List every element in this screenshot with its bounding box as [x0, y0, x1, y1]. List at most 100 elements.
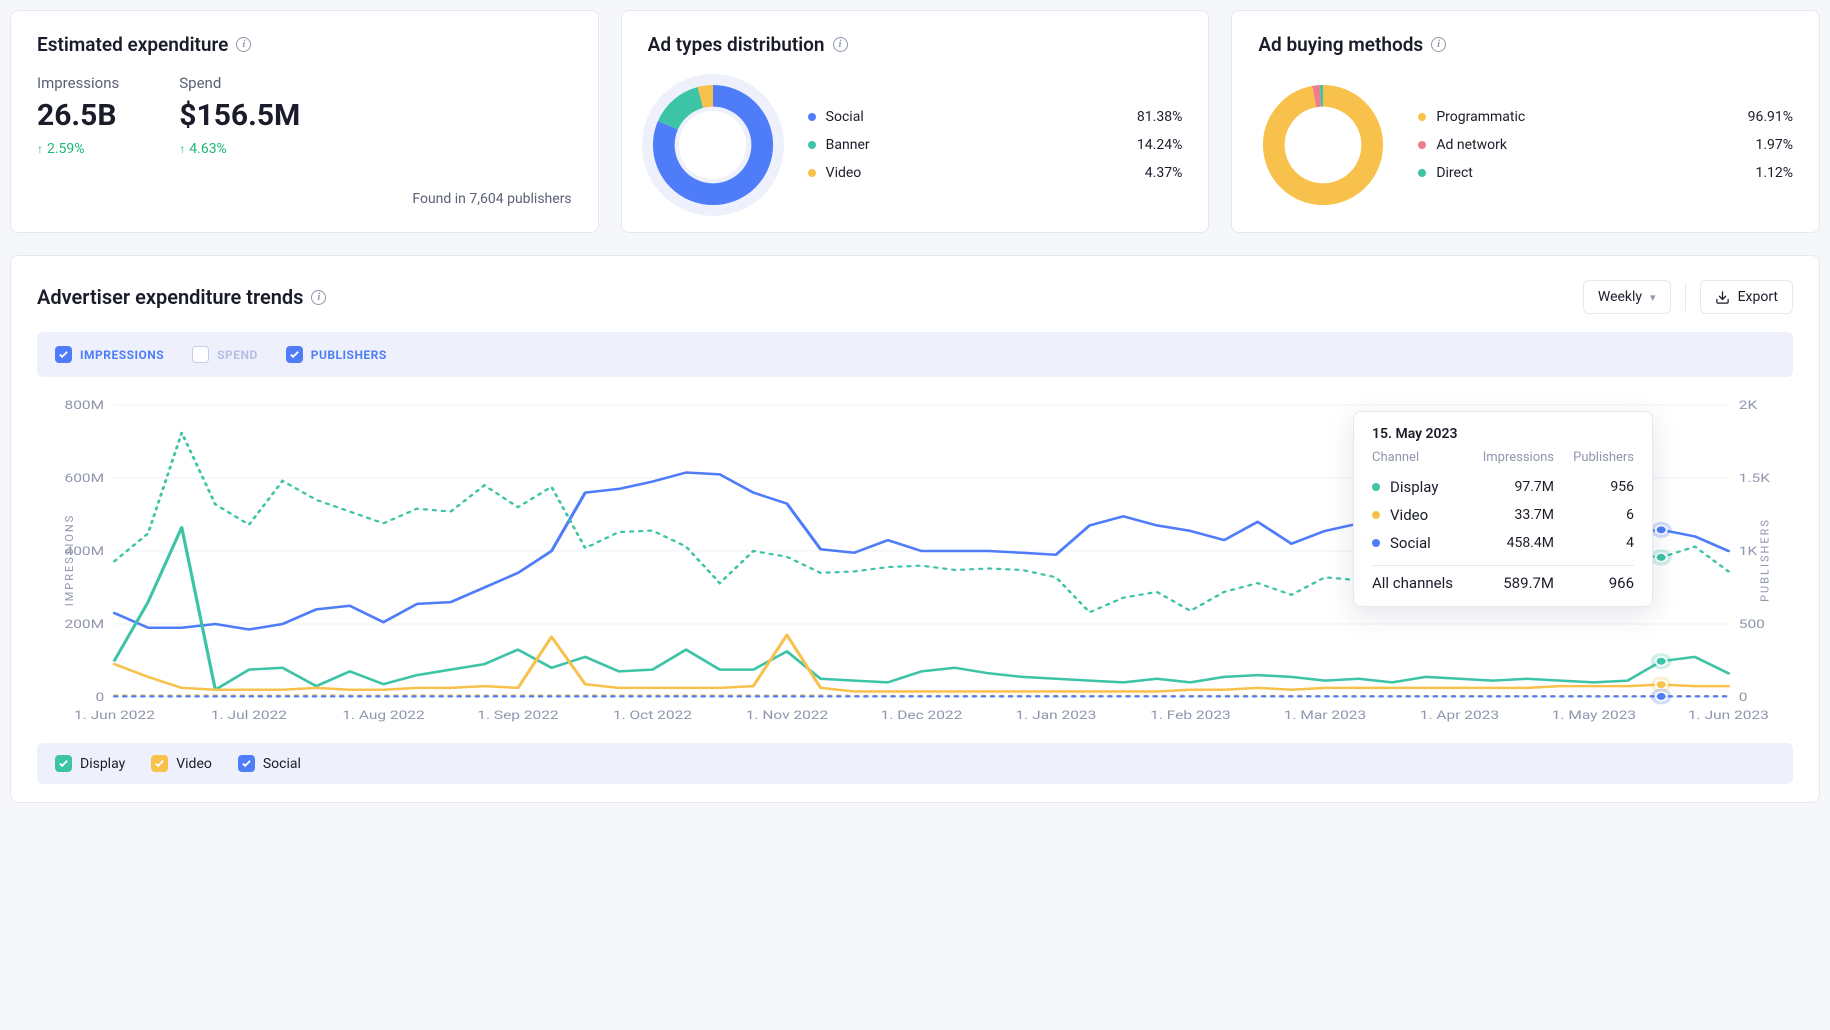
- arrow-up-icon: ↑: [37, 142, 43, 156]
- tooltip-row-display: Display 97.7M 956: [1372, 473, 1634, 501]
- tooltip-col-impressions: Impressions: [1482, 450, 1554, 465]
- tooltip-row-video: Video 33.7M 6: [1372, 501, 1634, 529]
- toggle-label: PUBLISHERS: [311, 348, 387, 362]
- donut-buying-methods: [1258, 80, 1388, 210]
- dot-icon: [808, 113, 816, 121]
- metric-impressions: Impressions 26.5B ↑ 2.59%: [37, 74, 119, 157]
- impressions-label: Impressions: [37, 74, 119, 92]
- card-buying-methods: Ad buying methods i Programmatic 96.91%: [1231, 10, 1820, 233]
- svg-text:500: 500: [1739, 618, 1765, 632]
- impressions-delta: ↑ 2.59%: [37, 141, 119, 157]
- chart-tooltip: 15. May 2023 Channel Impressions Publish…: [1353, 411, 1653, 607]
- trends-title: Advertiser expenditure trends i: [37, 285, 326, 309]
- toggle-impressions[interactable]: IMPRESSIONS: [55, 346, 164, 363]
- svg-text:1. Jul 2022: 1. Jul 2022: [211, 709, 287, 723]
- svg-text:1K: 1K: [1739, 545, 1758, 559]
- legend-row-programmatic: Programmatic 96.91%: [1418, 103, 1793, 131]
- legend-label: Direct: [1436, 165, 1546, 181]
- tooltip-value: 6: [1554, 507, 1634, 523]
- spend-value: $156.5M: [179, 98, 300, 133]
- checkbox-icon: [55, 755, 72, 772]
- legend-row-social: Social 81.38%: [808, 103, 1183, 131]
- legend-label: Display: [80, 756, 125, 772]
- svg-text:800M: 800M: [65, 399, 105, 413]
- toggle-bar: IMPRESSIONS SPEND PUBLISHERS: [37, 332, 1793, 377]
- trends-chart[interactable]: IMPRESSIONS PUBLISHERS 0200M400M600M800M…: [37, 389, 1793, 731]
- tooltip-col-publishers: Publishers: [1554, 450, 1634, 465]
- legend-label: Social: [826, 109, 936, 125]
- dot-icon: [1372, 511, 1380, 519]
- info-icon[interactable]: i: [833, 37, 848, 52]
- tooltip-label: Social: [1390, 534, 1490, 552]
- legend-label: Social: [263, 756, 301, 772]
- card-ad-types: Ad types distribution i Social 81.38%: [621, 10, 1210, 233]
- legend-label: Programmatic: [1436, 109, 1546, 125]
- toggle-publishers[interactable]: PUBLISHERS: [286, 346, 387, 363]
- metric-spend: Spend $156.5M ↑ 4.63%: [179, 74, 300, 157]
- dot-icon: [1372, 539, 1380, 547]
- svg-text:600M: 600M: [65, 472, 105, 486]
- info-icon[interactable]: i: [236, 37, 251, 52]
- period-label: Weekly: [1598, 289, 1642, 305]
- legend-buying: Programmatic 96.91% Ad network 1.97% Dir…: [1418, 103, 1793, 187]
- export-button[interactable]: Export: [1700, 280, 1793, 314]
- legend-value: 81.38%: [1137, 109, 1182, 125]
- svg-text:0: 0: [95, 691, 104, 705]
- svg-text:1. Dec 2022: 1. Dec 2022: [881, 709, 963, 723]
- dot-icon: [808, 141, 816, 149]
- checkbox-icon: [151, 755, 168, 772]
- checkbox-icon: [55, 346, 72, 363]
- checkbox-icon: [286, 346, 303, 363]
- legend-label: Banner: [826, 137, 936, 153]
- legend-row-adnetwork: Ad network 1.97%: [1418, 131, 1793, 159]
- info-icon[interactable]: i: [1431, 37, 1446, 52]
- tooltip-total-value: 966: [1554, 574, 1634, 592]
- svg-text:1. Oct 2022: 1. Oct 2022: [613, 709, 692, 723]
- toggle-spend[interactable]: SPEND: [192, 346, 258, 363]
- info-icon[interactable]: i: [311, 290, 326, 305]
- chart-legend: Display Video Social: [37, 743, 1793, 784]
- download-icon: [1715, 290, 1730, 305]
- tooltip-value: 4: [1554, 535, 1634, 551]
- toggle-label: IMPRESSIONS: [80, 348, 164, 362]
- svg-text:1. Jan 2023: 1. Jan 2023: [1016, 709, 1097, 723]
- svg-text:1. Feb 2023: 1. Feb 2023: [1150, 709, 1231, 723]
- tooltip-value: 97.7M: [1490, 479, 1554, 495]
- tooltip-date: 15. May 2023: [1372, 426, 1634, 442]
- dot-icon: [1418, 169, 1426, 177]
- card-ad-types-title: Ad types distribution i: [648, 33, 1183, 56]
- legend-label: Video: [826, 165, 936, 181]
- svg-text:2K: 2K: [1739, 399, 1758, 413]
- svg-text:1. Mar 2023: 1. Mar 2023: [1284, 709, 1366, 723]
- tooltip-value: 956: [1554, 479, 1634, 495]
- trends-title-text: Advertiser expenditure trends: [37, 285, 303, 309]
- legend-video[interactable]: Video: [151, 755, 212, 772]
- chevron-down-icon: ▾: [1650, 291, 1656, 304]
- legend-social[interactable]: Social: [238, 755, 301, 772]
- card-ad-types-title-text: Ad types distribution: [648, 33, 825, 56]
- legend-value: 4.37%: [1145, 165, 1183, 181]
- donut-ad-types: [648, 80, 778, 210]
- legend-label: Video: [176, 756, 212, 772]
- legend-row-banner: Banner 14.24%: [808, 131, 1183, 159]
- tooltip-total-value: 589.7M: [1490, 574, 1554, 592]
- period-select[interactable]: Weekly ▾: [1583, 280, 1671, 314]
- impressions-value: 26.5B: [37, 98, 119, 133]
- tooltip-total: All channels 589.7M 966: [1372, 574, 1634, 592]
- y-axis-left-label: IMPRESSIONS: [63, 514, 76, 607]
- card-expenditure-title: Estimated expenditure i: [37, 33, 572, 56]
- legend-value: 1.97%: [1755, 137, 1793, 153]
- found-in-publishers: Found in 7,604 publishers: [37, 191, 572, 207]
- legend-row-direct: Direct 1.12%: [1418, 159, 1793, 187]
- dot-icon: [1418, 141, 1426, 149]
- y-axis-right-label: PUBLISHERS: [1759, 518, 1772, 602]
- card-expenditure-title-text: Estimated expenditure: [37, 33, 228, 56]
- svg-text:1. Apr 2023: 1. Apr 2023: [1420, 709, 1499, 723]
- tooltip-label: Video: [1390, 506, 1490, 524]
- svg-text:200M: 200M: [65, 618, 105, 632]
- checkbox-icon: [238, 755, 255, 772]
- card-trends: Advertiser expenditure trends i Weekly ▾…: [10, 255, 1820, 803]
- legend-value: 1.12%: [1755, 165, 1793, 181]
- tooltip-row-social: Social 458.4M 4: [1372, 529, 1634, 557]
- legend-display[interactable]: Display: [55, 755, 125, 772]
